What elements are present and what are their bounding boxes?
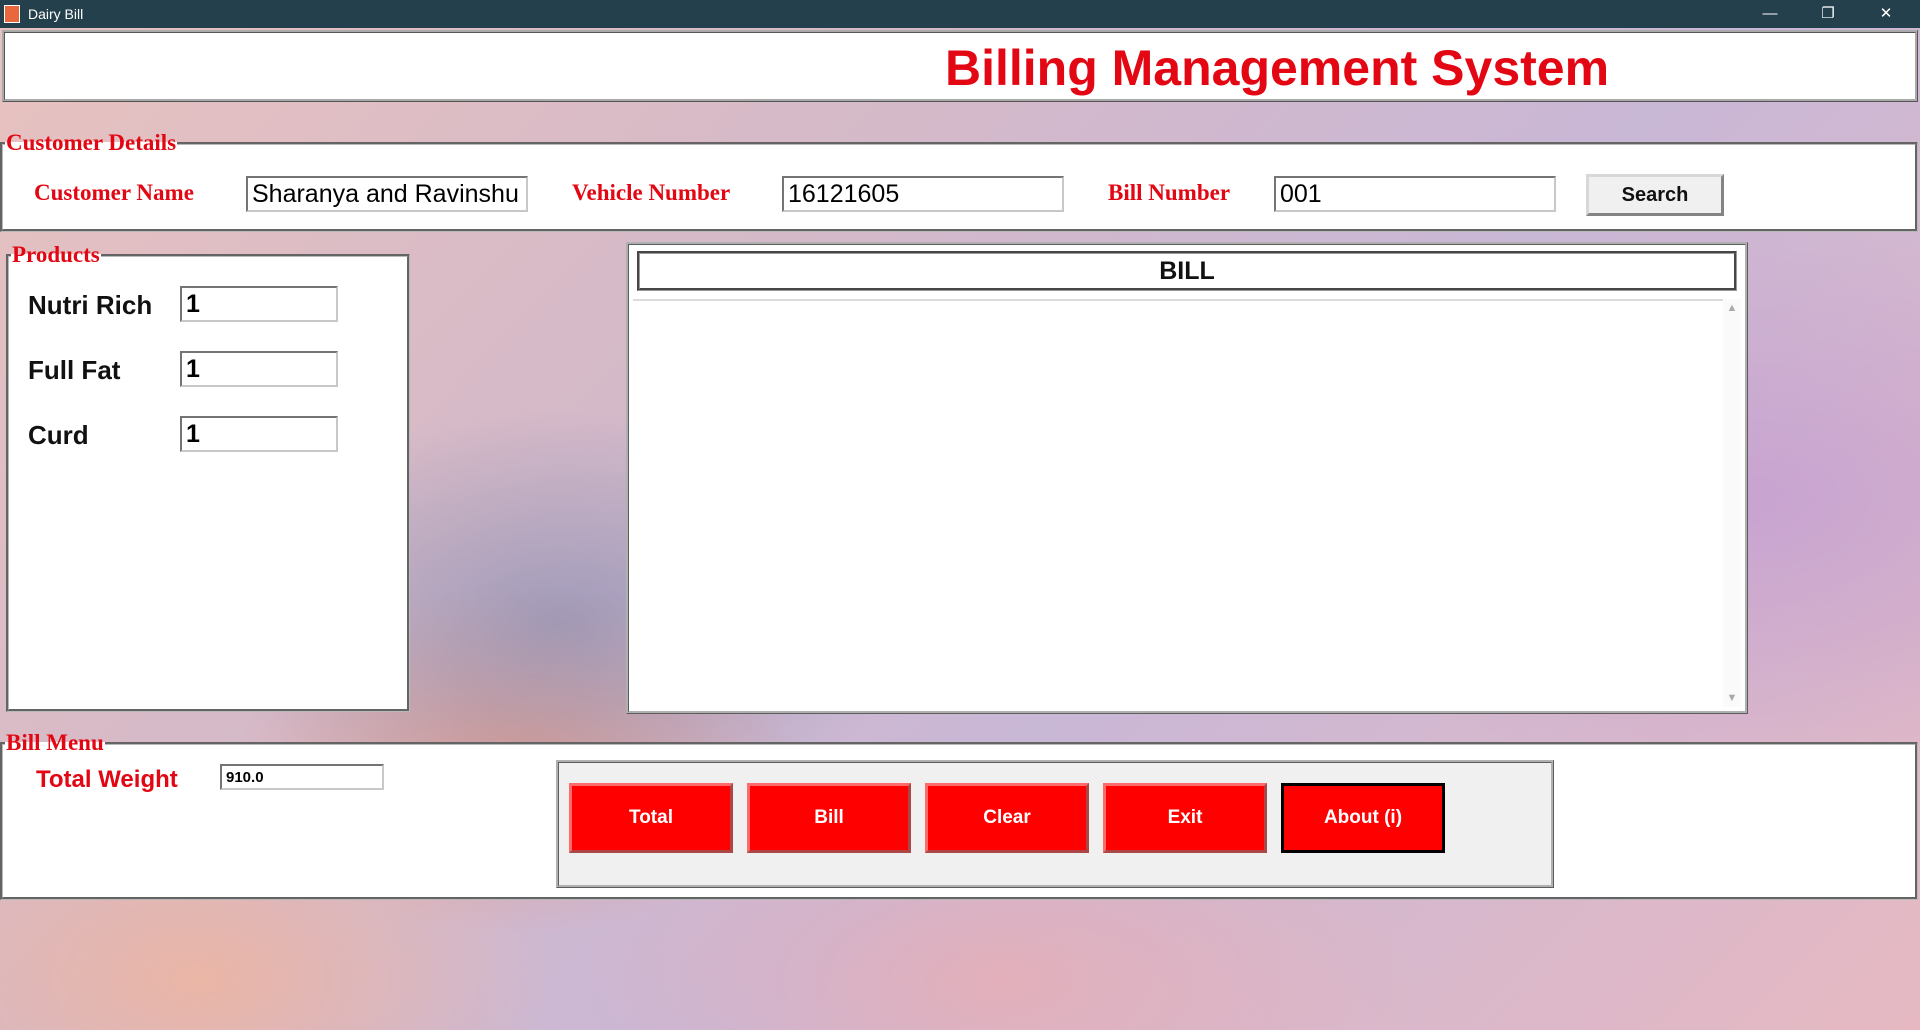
bill-menu-legend: Bill Menu — [6, 730, 104, 755]
maximize-icon[interactable]: ❐ — [1800, 0, 1856, 28]
products-legend: Products — [12, 242, 100, 267]
nutri-rich-label: Nutri Rich — [28, 290, 153, 320]
search-button[interactable]: Search — [1586, 174, 1724, 216]
vehicle-number-input[interactable] — [782, 176, 1064, 212]
full-fat-input[interactable] — [180, 351, 338, 387]
total-button[interactable]: Total — [569, 783, 733, 853]
window-titlebar: Dairy Bill — ❐ ✕ — [0, 0, 1920, 28]
bill-text-area[interactable] — [633, 299, 1723, 707]
customer-name-label: Customer Name — [34, 180, 194, 205]
total-weight-input[interactable] — [220, 764, 384, 790]
customer-name-input[interactable] — [246, 176, 528, 212]
bill-heading: BILL — [637, 251, 1737, 291]
minimize-icon[interactable]: — — [1742, 0, 1798, 28]
window-title: Dairy Bill — [28, 6, 84, 22]
curd-label: Curd — [28, 420, 89, 450]
clear-button[interactable]: Clear — [925, 783, 1089, 853]
bill-number-label: Bill Number — [1108, 180, 1231, 205]
exit-button[interactable]: Exit — [1103, 783, 1267, 853]
close-icon[interactable]: ✕ — [1858, 0, 1914, 28]
vehicle-number-label: Vehicle Number — [572, 180, 731, 205]
curd-input[interactable] — [180, 416, 338, 452]
page-title: Billing Management System — [945, 40, 1610, 96]
total-weight-label: Total Weight — [36, 766, 178, 793]
button-frame: Total Bill Clear Exit About (i) — [556, 760, 1554, 888]
scroll-down-icon[interactable]: ▼ — [1723, 689, 1741, 707]
bill-frame: BILL ▲ ▼ — [626, 242, 1748, 714]
app-icon — [4, 5, 20, 23]
nutri-rich-input[interactable] — [180, 286, 338, 322]
bill-scrollbar[interactable]: ▲ ▼ — [1723, 299, 1741, 707]
about-button[interactable]: About (i) — [1281, 783, 1445, 853]
bill-button[interactable]: Bill — [747, 783, 911, 853]
scroll-up-icon[interactable]: ▲ — [1723, 299, 1741, 317]
header-panel: Billing Management System — [2, 30, 1918, 102]
customer-details-legend: Customer Details — [6, 130, 177, 155]
full-fat-label: Full Fat — [28, 355, 121, 385]
bill-number-input[interactable] — [1274, 176, 1556, 212]
